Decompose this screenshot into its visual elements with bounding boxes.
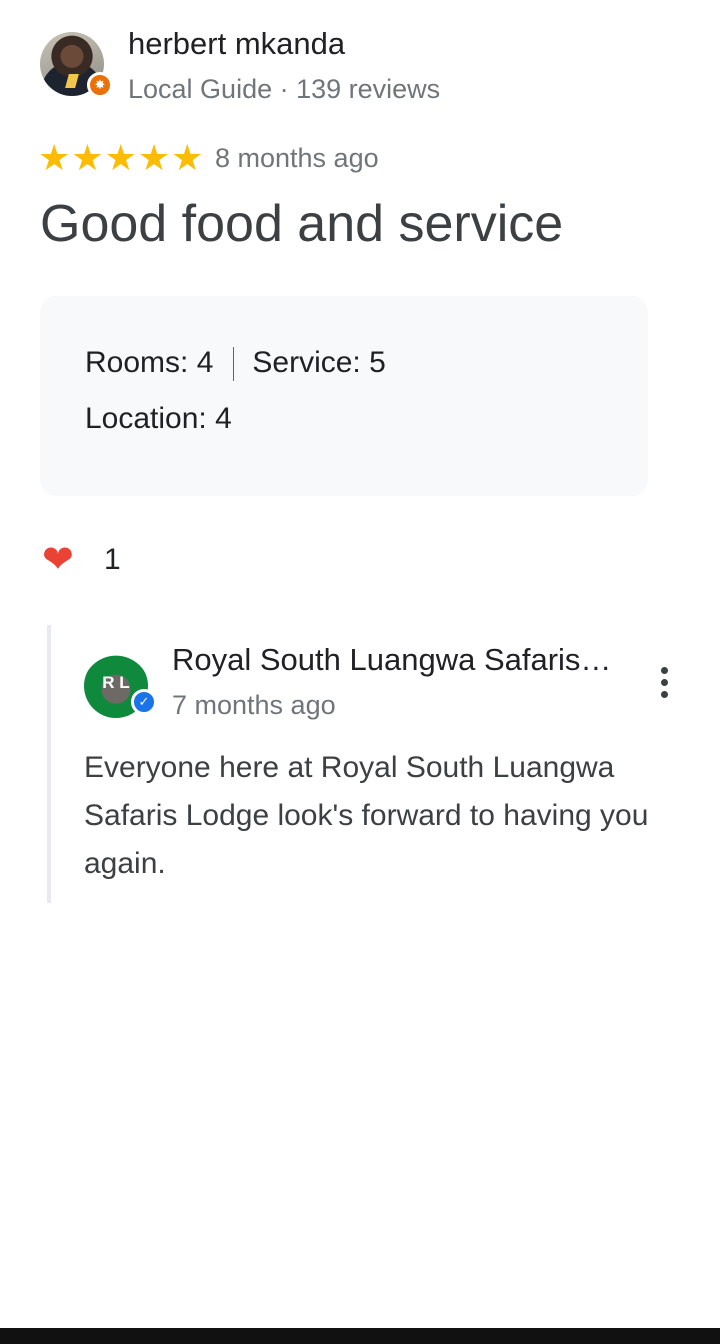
- heart-icon[interactable]: ❤: [42, 538, 74, 582]
- author-meta: Local Guide · 139 reviews: [128, 74, 441, 104]
- reaction-count: 1: [104, 543, 121, 576]
- rating-line-location: Location: 4: [85, 402, 232, 436]
- star-icon: ★: [104, 137, 137, 178]
- location-value: 4: [215, 402, 232, 435]
- review-time: 8 months ago: [215, 143, 379, 173]
- service-value: 5: [369, 346, 386, 379]
- location-label: Location:: [85, 402, 207, 435]
- owner-response-time: 7 months ago: [172, 690, 336, 720]
- rooms-value: 4: [196, 346, 214, 379]
- service-label: Service:: [252, 346, 361, 379]
- star-icon: ★: [171, 137, 204, 178]
- dot: [660, 690, 668, 698]
- sub-ratings-box: Rooms: 4 Service: 5 Location: 4: [40, 296, 648, 496]
- star-icon: ★: [137, 137, 171, 178]
- verified-check-icon: ✓: [131, 689, 157, 715]
- star-rating: ★ ★ ★ ★ ★: [38, 138, 203, 178]
- more-options-icon[interactable]: [648, 658, 680, 706]
- review-title: Good food and service: [40, 195, 564, 253]
- local-guide-star-icon: ✸: [87, 72, 113, 98]
- shirt-logo: [65, 74, 79, 88]
- bottom-edge: [0, 1328, 720, 1344]
- author-name[interactable]: herbert mkanda: [128, 26, 345, 62]
- rooms-label: Rooms:: [85, 346, 189, 379]
- star-icon: ★: [71, 137, 104, 178]
- owner-response-text: Everyone here at Royal South Luangwa Saf…: [84, 751, 649, 880]
- dot: [660, 666, 668, 674]
- rating-line-rooms-service: Rooms: 4 Service: 5: [85, 346, 386, 382]
- dot: [660, 678, 668, 686]
- star-icon: ★: [38, 137, 71, 178]
- owner-name[interactable]: Royal South Luangwa Safaris Lodge: [172, 642, 612, 678]
- rating-divider: [233, 347, 235, 382]
- owner-response-bar: [47, 625, 51, 903]
